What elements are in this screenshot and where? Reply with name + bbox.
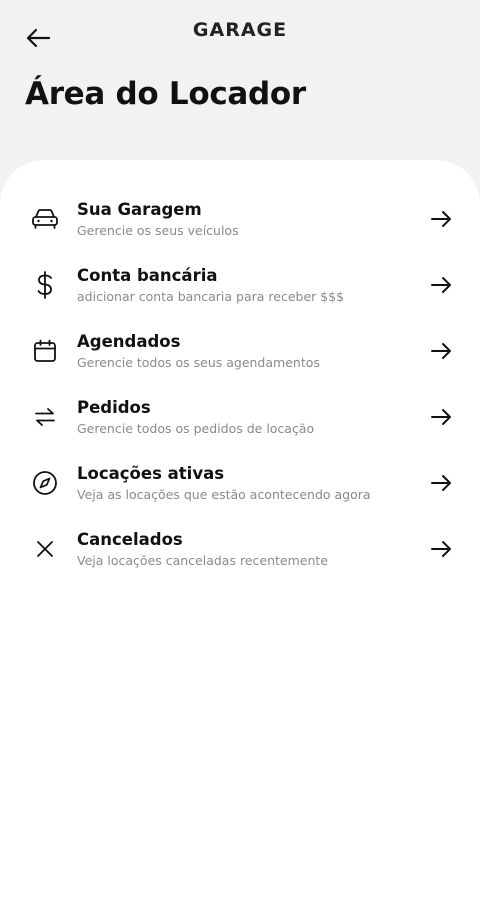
calendar-icon [30,336,60,366]
menu-item-label: Conta bancária [77,266,218,285]
menu-item-description: adicionar conta bancaria para receber $$… [77,289,345,304]
x-icon [30,534,60,564]
menu-item-pedidos[interactable]: Pedidos Gerencie todos os pedidos de loc… [0,398,480,458]
menu-item-description: Gerencie os seus veículos [77,223,239,238]
page-title: Área do Locador [25,76,306,112]
arrow-right-icon [428,272,454,298]
arrow-right-icon [428,470,454,496]
arrow-right-icon [428,404,454,430]
arrow-right-icon [428,338,454,364]
car-icon [30,204,60,234]
menu-card: Sua Garagem Gerencie os seus veículos Co… [0,160,480,900]
compass-icon [30,468,60,498]
menu-item-agendados[interactable]: Agendados Gerencie todos os seus agendam… [0,332,480,392]
menu-item-label: Sua Garagem [77,200,202,219]
arrow-right-icon [428,206,454,232]
header: GARAGE [0,0,480,70]
menu-item-locacoes-ativas[interactable]: Locações ativas Veja as locações que est… [0,464,480,524]
menu-item-label: Cancelados [77,530,183,549]
swap-arrows-icon [30,402,60,432]
arrow-right-icon [428,536,454,562]
menu-item-cancelados[interactable]: Cancelados Veja locações canceladas rece… [0,530,480,590]
menu-item-description: Gerencie todos os seus agendamentos [77,355,320,370]
menu-item-label: Locações ativas [77,464,225,483]
menu-item-description: Veja as locações que estão acontecendo a… [77,487,371,502]
menu-item-description: Veja locações canceladas recentemente [77,553,328,568]
menu-item-conta-bancaria[interactable]: Conta bancária adicionar conta bancaria … [0,266,480,326]
dollar-icon [30,270,60,300]
menu-item-description: Gerencie todos os pedidos de locação [77,421,315,436]
menu-item-label: Agendados [77,332,181,351]
menu-item-sua-garagem[interactable]: Sua Garagem Gerencie os seus veículos [0,200,480,260]
menu-item-label: Pedidos [77,398,151,417]
app-logo: GARAGE [192,19,288,41]
